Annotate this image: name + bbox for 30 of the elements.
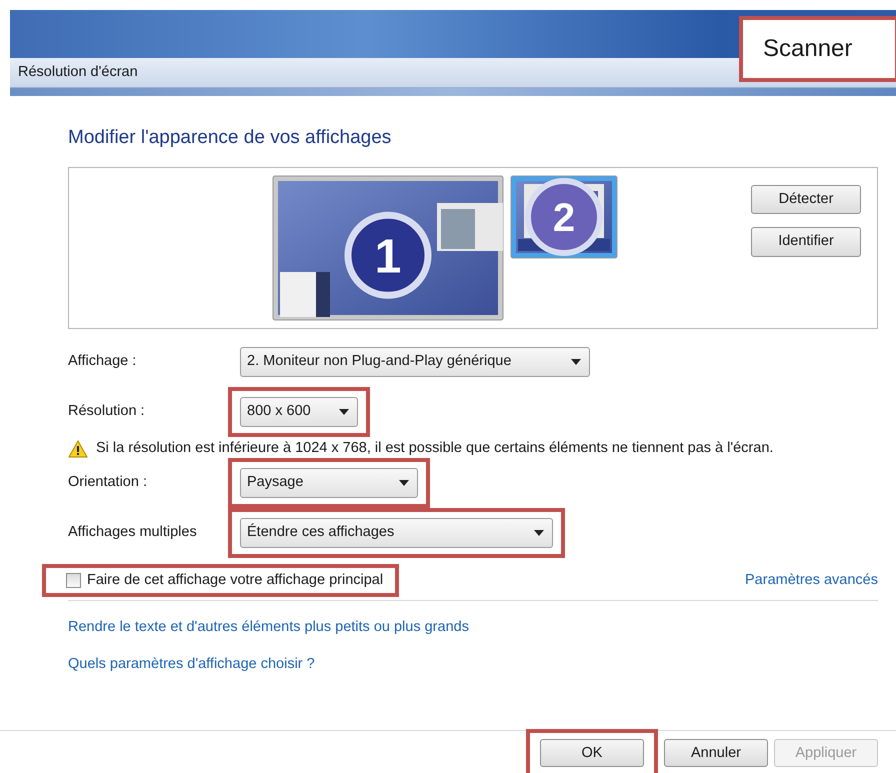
dropdown[interactable]: Étendre ces affichages bbox=[240, 518, 553, 548]
dropdown-arrow-icon bbox=[534, 530, 544, 536]
ok-button[interactable]: OK bbox=[540, 739, 644, 767]
warning-icon bbox=[68, 440, 88, 458]
advanced-settings-link[interactable]: Paramètres avancés bbox=[745, 570, 878, 592]
callout-label: Scanner bbox=[739, 16, 896, 82]
field-label: Orientation : bbox=[68, 472, 148, 492]
monitor-number: 1 bbox=[374, 230, 402, 283]
identify-button[interactable]: Identifier bbox=[751, 227, 861, 257]
dropdown-arrow-icon bbox=[339, 408, 349, 414]
help-link[interactable]: Rendre le texte et d'autres éléments plus petits ou plus grands bbox=[68, 616, 469, 638]
dropdown-arrow-icon bbox=[571, 358, 581, 364]
monitor-number: 2 bbox=[552, 196, 576, 240]
cancel-button[interactable]: Annuler bbox=[664, 739, 768, 767]
checkbox-label[interactable]: Faire de cet affichage votre affichage principal bbox=[87, 570, 384, 592]
monitor-drawing[interactable]: 2 bbox=[510, 174, 618, 258]
dropdown[interactable]: 800 x 600 bbox=[240, 396, 358, 426]
field-label: Affichage : bbox=[68, 352, 138, 371]
page-heading: Modifier l'apparence de vos affichages bbox=[68, 126, 392, 150]
field-label: Résolution : bbox=[68, 402, 146, 421]
checkbox[interactable] bbox=[66, 573, 81, 588]
warning-text: Si la résolution est inférieure à 1024 x 768, il est possible que certains éléments ne tiennent pas à l'écran. bbox=[96, 438, 774, 457]
dropdown-arrow-icon bbox=[399, 480, 409, 486]
field-label: Affichages multiples bbox=[68, 522, 198, 542]
help-link[interactable]: Quels paramètres d'affichage choisir ? bbox=[68, 654, 315, 676]
detect-button[interactable]: Détecter bbox=[751, 184, 861, 214]
window-title: Résolution d'écran bbox=[18, 62, 138, 82]
dropdown[interactable]: 2. Moniteur non Plug-and-Play générique bbox=[240, 346, 590, 376]
monitor-drawing[interactable]: 1 bbox=[272, 174, 504, 320]
dropdown[interactable]: Paysage bbox=[240, 468, 418, 498]
